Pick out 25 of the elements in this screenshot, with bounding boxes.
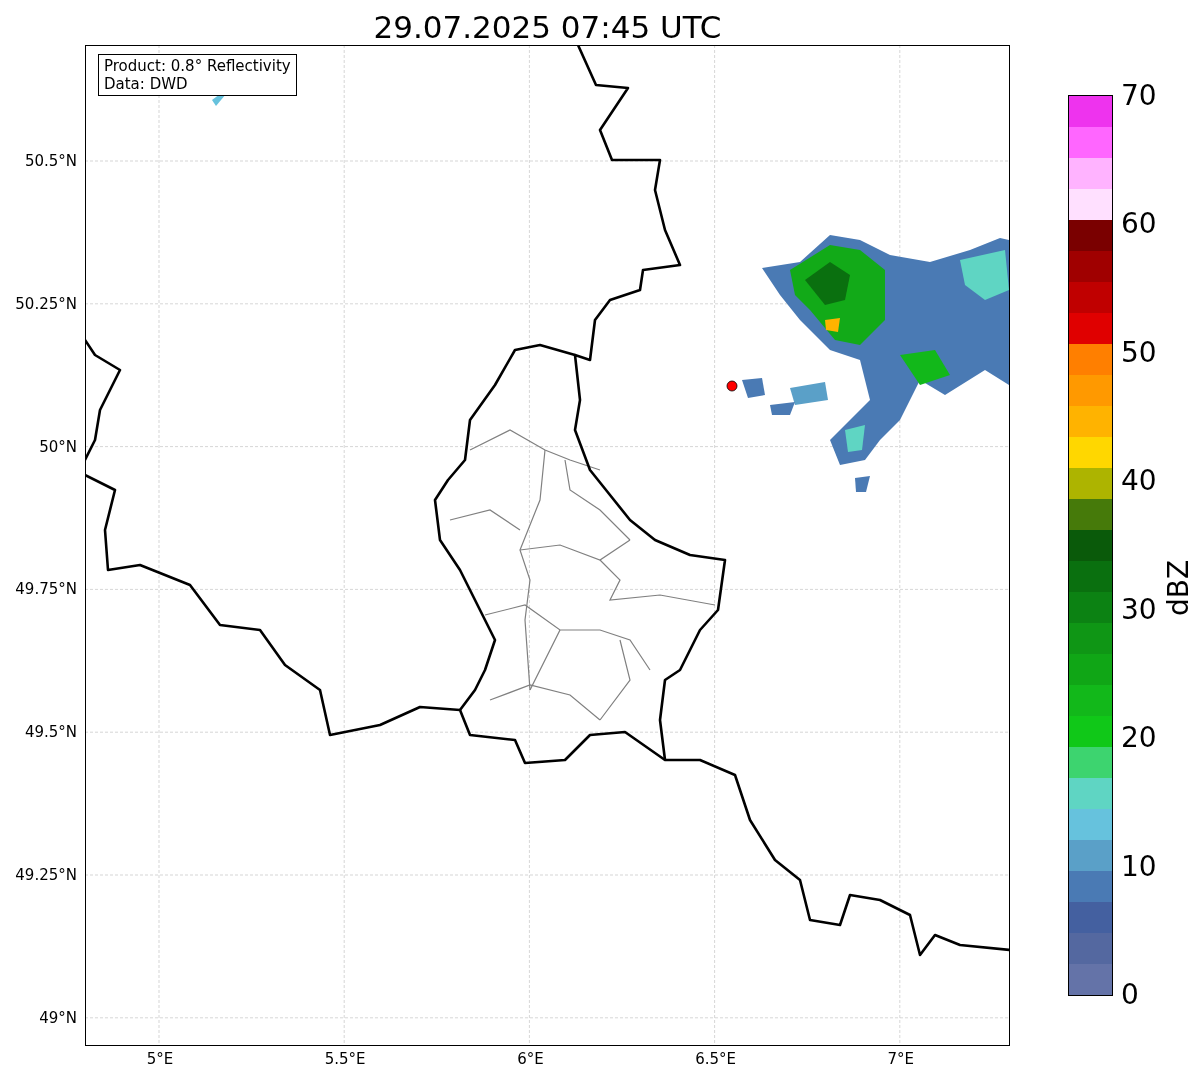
- colorbar-tick-label: 10: [1121, 850, 1157, 883]
- latitude-label: 50.5°N: [24, 152, 77, 170]
- longitude-label: 5°E: [146, 1050, 174, 1068]
- colorbar-tick-label: 20: [1121, 722, 1157, 755]
- colorbar-tick-label: 60: [1121, 208, 1157, 241]
- colorbar-tick-label: 40: [1121, 465, 1157, 498]
- longitude-label: 6.5°E: [695, 1050, 736, 1068]
- colorbar-tick-label: 70: [1121, 80, 1157, 112]
- longitude-label: 5.5°E: [324, 1050, 366, 1068]
- longitude-label: 6°E: [517, 1050, 544, 1068]
- latitude-label: 49.25°N: [15, 866, 77, 884]
- latitude-label: 49.75°N: [15, 580, 77, 599]
- latitude-label: 50°N: [39, 437, 77, 456]
- latitude-label: 49.5°N: [24, 723, 77, 742]
- latitude-label: 50.25°N: [15, 294, 77, 313]
- plot-title: 29.07.2025 07:45 UTC: [373, 9, 722, 45]
- latitude-label: 49°N: [39, 1008, 77, 1027]
- info-text: Data: DWD: [104, 75, 189, 93]
- colorbar-tick-label: 50: [1121, 336, 1157, 369]
- colorbar-tick-label: 0: [1121, 979, 1139, 1011]
- longitude-label: 7°E: [887, 1050, 915, 1068]
- radar-site-marker: [726, 380, 738, 392]
- info-text: Product: 0.8° Reflectivity: [104, 57, 291, 75]
- colorbar-axis-label: dBZ: [1163, 559, 1195, 617]
- colorbar-tick-label: 30: [1121, 593, 1157, 626]
